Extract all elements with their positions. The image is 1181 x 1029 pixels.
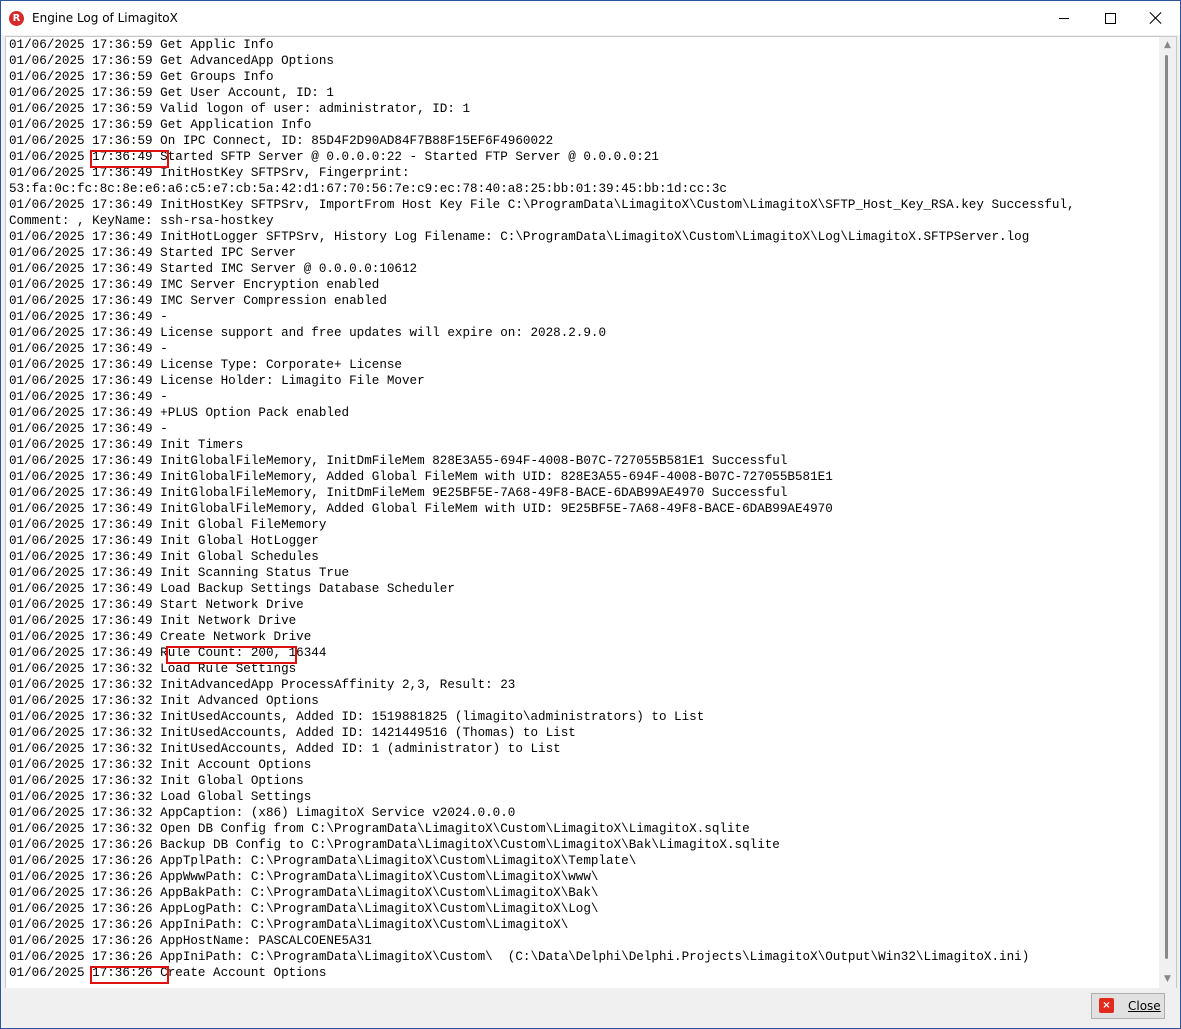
log-line: 01/06/2025 17:36:32 Init Global Options: [9, 774, 304, 788]
log-line: 01/06/2025 17:36:49 InitGlobalFileMemory…: [9, 454, 788, 468]
log-line: 01/06/2025 17:36:32 InitUsedAccounts, Ad…: [9, 726, 576, 740]
log-line: 01/06/2025 17:36:26 Create Account Optio…: [9, 966, 327, 980]
window-title: Engine Log of LimagitoX: [32, 11, 178, 25]
highlight-box-time-2: [90, 966, 169, 984]
log-line: 01/06/2025 17:36:49 -: [9, 422, 168, 436]
title-bar[interactable]: R Engine Log of LimagitoX: [1, 1, 1180, 35]
log-line: 01/06/2025 17:36:32 Open DB Config from …: [9, 822, 750, 836]
log-line: 01/06/2025 17:36:49 Started IPC Server: [9, 246, 297, 260]
scroll-up-arrow-icon[interactable]: ▲: [1159, 37, 1176, 54]
highlight-box-time-1: [90, 150, 169, 168]
log-lines: 01/06/2025 17:36:59 Get Applic Info 01/06…: [9, 37, 1155, 981]
log-line: Comment: , KeyName: ssh-rsa-hostkey: [9, 214, 274, 228]
log-line: 01/06/2025 17:36:49 InitHostKey SFTPSrv,…: [9, 198, 1075, 212]
log-line: 01/06/2025 17:36:32 Init Advanced Option…: [9, 694, 319, 708]
log-line: 01/06/2025 17:36:49 Started SFTP Server …: [9, 150, 659, 164]
log-line: 01/06/2025 17:36:26 AppLogPath: C:\Progr…: [9, 902, 599, 916]
log-line: 01/06/2025 17:36:32 InitUsedAccounts, Ad…: [9, 742, 561, 756]
log-line: 01/06/2025 17:36:49 Start Network Drive: [9, 598, 304, 612]
minimize-button[interactable]: [1041, 1, 1087, 35]
log-line: 01/06/2025 17:36:49 Create Network Drive: [9, 630, 312, 644]
log-line: 01/06/2025 17:36:49 IMC Server Encryptio…: [9, 278, 380, 292]
log-line: 01/06/2025 17:36:49 InitHostKey SFTPSrv,…: [9, 166, 410, 180]
log-line: 01/06/2025 17:36:59 Valid logon of user:…: [9, 102, 471, 116]
log-line: 01/06/2025 17:36:26 AppIniPath: C:\Progr…: [9, 918, 569, 932]
log-line: 01/06/2025 17:36:49 Started IMC Server @…: [9, 262, 418, 276]
close-button[interactable]: × Close: [1091, 993, 1165, 1019]
app-logo-icon: R: [9, 11, 24, 26]
vertical-scrollbar[interactable]: ▲ ▼: [1159, 37, 1176, 988]
log-line: 01/06/2025 17:36:59 On IPC Connect, ID: …: [9, 134, 554, 148]
log-line: 01/06/2025 17:36:26 Backup DB Config to …: [9, 838, 780, 852]
log-line: 01/06/2025 17:36:59 Get User Account, ID…: [9, 86, 334, 100]
log-line: 01/06/2025 17:36:32 AppCaption: (x86) Li…: [9, 806, 516, 820]
log-line: 01/06/2025 17:36:49 Load Backup Settings…: [9, 582, 455, 596]
log-line: 01/06/2025 17:36:49 -: [9, 390, 168, 404]
log-line: 01/06/2025 17:36:26 AppWwwPath: C:\Progr…: [9, 870, 599, 884]
log-line: 01/06/2025 17:36:26 AppTplPath: C:\Progr…: [9, 854, 637, 868]
maximize-icon: [1104, 12, 1116, 24]
log-line: 01/06/2025 17:36:49 Init Network Drive: [9, 614, 297, 628]
maximize-button[interactable]: [1087, 1, 1133, 35]
engine-log-window: R Engine Log of LimagitoX 01/06/2025 17:…: [0, 0, 1181, 1029]
highlight-box-rule-count: [166, 646, 297, 664]
log-line: 01/06/2025 17:36:49 Init Global HotLogge…: [9, 534, 319, 548]
log-line: 01/06/2025 17:36:59 Get AdvancedApp Opti…: [9, 54, 334, 68]
log-line: 01/06/2025 17:36:49 -: [9, 342, 168, 356]
log-line: 01/06/2025 17:36:49 Init Timers: [9, 438, 244, 452]
log-line: 01/06/2025 17:36:26 AppIniPath: C:\Progr…: [9, 950, 1030, 964]
window-close-button[interactable]: [1133, 1, 1179, 35]
log-line: 01/06/2025 17:36:59 Get Applic Info: [9, 38, 274, 52]
log-line: 01/06/2025 17:36:49 License Type: Corpor…: [9, 358, 402, 372]
log-line: 01/06/2025 17:36:26 AppHostName: PASCALC…: [9, 934, 372, 948]
minimize-icon: [1059, 17, 1069, 19]
log-line: 01/06/2025 17:36:49 License Holder: Lima…: [9, 374, 425, 388]
log-text-area[interactable]: 01/06/2025 17:36:59 Get Applic Info 01/06…: [5, 36, 1177, 989]
close-button-label: Close: [1128, 999, 1161, 1013]
log-line: 01/06/2025 17:36:32 InitAdvancedApp Proc…: [9, 678, 516, 692]
log-line: 01/06/2025 17:36:49 License support and …: [9, 326, 607, 340]
log-line: 01/06/2025 17:36:49 InitGlobalFileMemory…: [9, 502, 833, 516]
log-line: 01/06/2025 17:36:59 Get Groups Info: [9, 70, 274, 84]
log-line: 01/06/2025 17:36:49 Init Scanning Status…: [9, 566, 350, 580]
log-line: 53:fa:0c:fc:8c:8e:e6:a6:c5:e7:cb:5a:42:d…: [9, 182, 727, 196]
log-line: 01/06/2025 17:36:32 Load Global Settings: [9, 790, 312, 804]
dialog-footer: × Close: [1, 988, 1180, 1028]
log-line: 01/06/2025 17:36:49 InitGlobalFileMemory…: [9, 486, 788, 500]
log-line: 01/06/2025 17:36:49 +PLUS Option Pack en…: [9, 406, 350, 420]
log-line: 01/06/2025 17:36:49 -: [9, 310, 168, 324]
log-line: 01/06/2025 17:36:59 Get Application Info: [9, 118, 312, 132]
log-line: 01/06/2025 17:36:49 Init Global FileMemo…: [9, 518, 327, 532]
close-icon: [1150, 12, 1162, 24]
scrollbar-thumb[interactable]: [1165, 55, 1168, 959]
scroll-down-arrow-icon[interactable]: ▼: [1159, 971, 1176, 988]
log-line: 01/06/2025 17:36:49 InitHotLogger SFTPSr…: [9, 230, 1030, 244]
log-line: 01/06/2025 17:36:32 InitUsedAccounts, Ad…: [9, 710, 705, 724]
log-line: 01/06/2025 17:36:49 IMC Server Compressi…: [9, 294, 387, 308]
log-line: 01/06/2025 17:36:32 Init Account Options: [9, 758, 312, 772]
log-line: 01/06/2025 17:36:49 InitGlobalFileMemory…: [9, 470, 833, 484]
log-line: 01/06/2025 17:36:26 AppBakPath: C:\Progr…: [9, 886, 599, 900]
log-line: 01/06/2025 17:36:49 Init Global Schedule…: [9, 550, 319, 564]
close-x-icon: ×: [1099, 998, 1114, 1013]
